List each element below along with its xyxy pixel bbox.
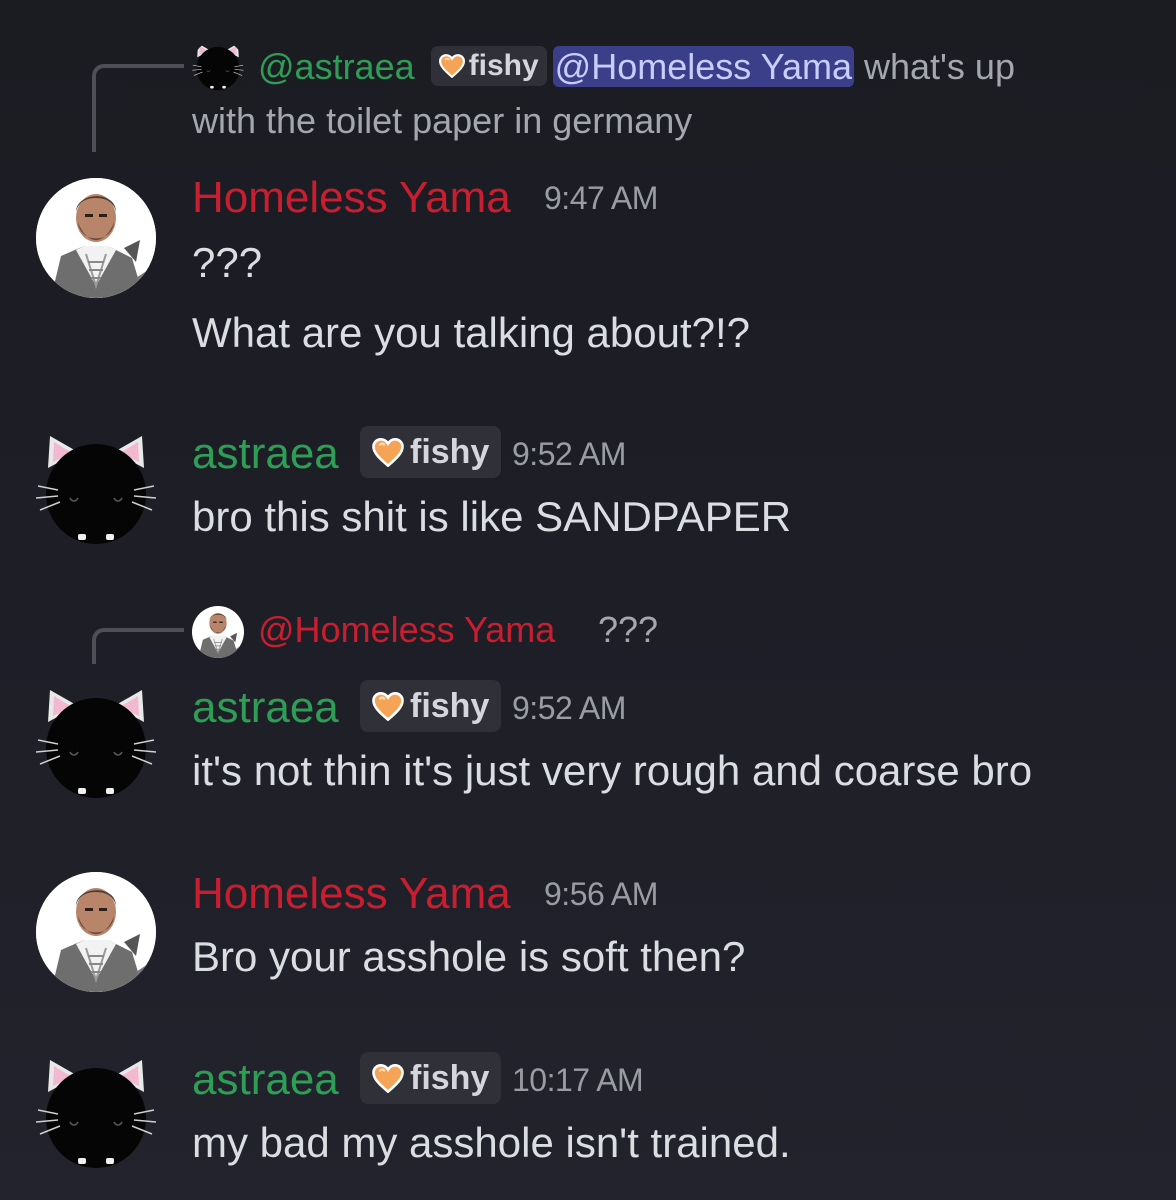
message-text: ??? — [192, 239, 263, 286]
avatar-homeless-yama[interactable] — [36, 178, 156, 298]
reply-author-tag: fishy — [430, 46, 547, 87]
role-tag: fishy — [360, 680, 502, 732]
avatar-astraea[interactable] — [36, 428, 156, 548]
orange-heart-icon — [372, 438, 404, 467]
message-text: it's not thin it's just very rough and c… — [192, 747, 1033, 794]
reply-text: ??? — [598, 609, 659, 650]
reply-avatar-homeless-yama[interactable] — [192, 606, 244, 658]
orange-heart-icon — [372, 692, 404, 721]
message-text: What are you talking about?!? — [192, 309, 751, 356]
bearded-man-avatar-icon — [36, 872, 156, 992]
black-cat-avatar-icon — [36, 428, 156, 548]
black-cat-avatar-icon — [36, 1052, 156, 1172]
message-text: Bro your asshole is soft then? — [192, 933, 746, 980]
role-tag: fishy — [360, 1052, 502, 1104]
message-author[interactable]: Homeless Yama — [192, 176, 511, 220]
bearded-man-avatar-icon — [192, 606, 244, 658]
reply-mention[interactable]: @Homeless Yama — [552, 46, 854, 87]
avatar-astraea[interactable] — [36, 1052, 156, 1172]
message-timestamp: 9:52 AM — [512, 436, 626, 472]
reply-preview[interactable]: @astraea fishy @Homeless Yama what's up w… — [192, 40, 1092, 148]
message-author[interactable]: astraea — [192, 432, 339, 476]
message-text: bro this shit is like SANDPAPER — [192, 493, 792, 540]
reply-connector — [92, 628, 184, 664]
avatar-homeless-yama[interactable] — [36, 872, 156, 992]
message-timestamp: 10:17 AM — [512, 1062, 644, 1098]
message-author[interactable]: astraea — [192, 1058, 339, 1102]
message-author[interactable]: astraea — [192, 686, 339, 730]
message-author[interactable]: Homeless Yama — [192, 872, 511, 916]
reply-author[interactable]: @Homeless Yama — [258, 612, 555, 648]
message-timestamp: 9:56 AM — [544, 876, 658, 912]
reply-text-line1: what's up — [854, 46, 1015, 87]
role-tag: fishy — [360, 426, 502, 478]
reply-text-line2: with the toilet paper in germany — [192, 100, 693, 141]
reply-author[interactable]: @astraea — [258, 46, 415, 87]
orange-heart-icon — [439, 54, 465, 78]
orange-heart-icon — [372, 1064, 404, 1093]
message-timestamp: 9:47 AM — [544, 180, 658, 216]
reply-connector — [92, 64, 184, 152]
black-cat-avatar-icon — [36, 682, 156, 802]
message-text: my bad my asshole isn't trained. — [192, 1119, 791, 1166]
avatar-astraea[interactable] — [36, 682, 156, 802]
message-timestamp: 9:52 AM — [512, 690, 626, 726]
bearded-man-avatar-icon — [36, 178, 156, 298]
